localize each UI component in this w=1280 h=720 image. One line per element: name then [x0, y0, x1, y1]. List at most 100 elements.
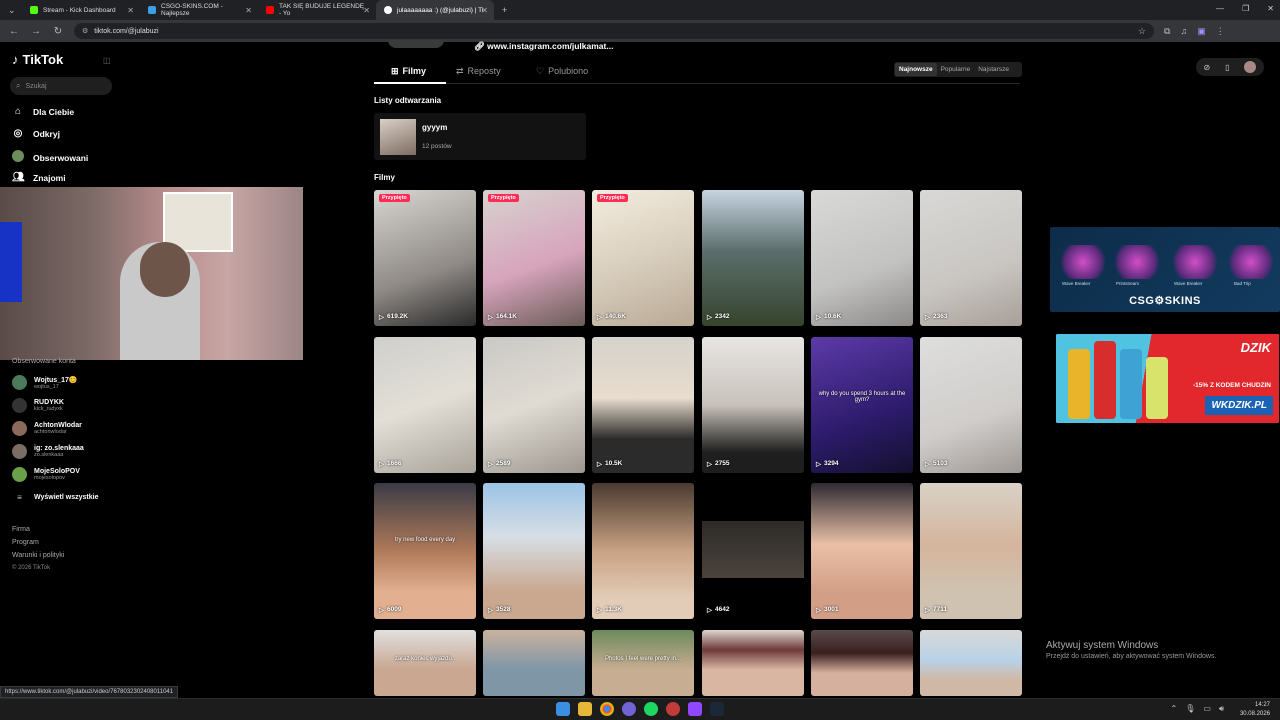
following-account[interactable]: RUDYKK kick_rudyxk — [12, 398, 64, 413]
video-thumbnail[interactable] — [483, 630, 585, 696]
video-thumbnail[interactable]: Przypięto ▷ 619.2K — [374, 190, 476, 326]
video-thumbnail[interactable]: ▷ 5103 — [920, 337, 1022, 473]
pinned-badge: Przypięto — [379, 194, 410, 202]
steam-icon[interactable] — [710, 702, 724, 716]
back-icon[interactable]: ← — [8, 26, 20, 37]
tiktok-logo[interactable]: ♪ TikTok — [12, 52, 63, 67]
video-thumbnail[interactable]: why do you spend 3 hours at the gym? ▷ 329… — [811, 337, 913, 473]
app-icon[interactable] — [666, 702, 680, 716]
following-account[interactable]: Wojtus_17😊 wojtus_17 — [12, 375, 78, 390]
close-window-icon[interactable]: ✕ — [1267, 4, 1274, 13]
forward-icon[interactable]: → — [30, 26, 42, 37]
video-thumbnail[interactable]: Photos I feel were pretty in... — [592, 630, 694, 696]
tab-search-button[interactable]: ⌄ — [0, 0, 22, 20]
video-thumbnail[interactable]: ▷ 2342 — [702, 190, 804, 326]
search-input[interactable]: ⌕ Szukaj — [10, 77, 112, 95]
video-thumbnail[interactable]: ▷ 1666 — [374, 337, 476, 473]
video-thumbnail[interactable] — [702, 630, 804, 696]
spotify-icon[interactable] — [644, 702, 658, 716]
video-thumbnail[interactable]: ▷ 2755 — [702, 337, 804, 473]
url-input[interactable]: ⚙ tiktok.com/@julabuzi ☆ — [74, 23, 1154, 39]
nav-for-you[interactable]: ⌂ Dla Ciebie — [12, 106, 74, 117]
close-icon[interactable]: ✕ — [481, 6, 488, 15]
browser-tab[interactable]: TAK SIĘ BUDUJE LEGENDĘ - Yo ✕ — [258, 0, 376, 20]
minimize-icon[interactable]: — — [1216, 4, 1224, 13]
video-thumbnail[interactable]: zaraz koniec wyjazdu.. — [374, 630, 476, 696]
new-tab-button[interactable]: + — [494, 0, 516, 20]
instagram-link[interactable]: 🔗︎ www.instagram.com/julkamat... — [474, 41, 613, 52]
video-thumbnail[interactable]: ▷ 2589 — [483, 337, 585, 473]
browser-tab-active[interactable]: julaaaaaaaa :) (@julabuzi) | Ti ✕ — [376, 0, 494, 20]
obs-icon[interactable] — [688, 702, 702, 716]
nav-friends[interactable]: 👥︎ Znajomi — [12, 172, 66, 183]
footer-link-terms[interactable]: Warunki i polityki — [12, 552, 64, 559]
video-thumbnail[interactable]: try new food every day ▷ 6009 — [374, 483, 476, 619]
video-thumbnail[interactable]: ▷ 3001 — [811, 483, 913, 619]
menu-icon[interactable]: ⋮ — [1216, 26, 1225, 37]
footer-link-company[interactable]: Firma — [12, 526, 30, 533]
reload-icon[interactable]: ↻ — [52, 26, 64, 37]
csgo-skins-ad[interactable]: Wave Breaker Printstream Wave Breaker Ba… — [1050, 227, 1280, 312]
compass-icon[interactable]: ⊘ — [1203, 63, 1210, 72]
taskbar-clock[interactable]: 14:27 30.08.2026 — [1240, 701, 1270, 719]
media-icon[interactable]: ♫ — [1180, 26, 1187, 36]
following-account[interactable]: MojeSoloPOV mojesolopov — [12, 467, 80, 482]
extensions-icon[interactable]: ⧉ — [1164, 26, 1170, 37]
nav-explore[interactable]: ◎ Odkryj — [12, 128, 60, 139]
device-icon[interactable]: ▯ — [1225, 63, 1229, 72]
network-icon[interactable]: ▭ — [1203, 704, 1211, 714]
browser-tab[interactable]: Stream - Kick Dashboard ✕ — [22, 0, 140, 20]
sort-popular[interactable]: Popularne — [937, 63, 975, 76]
video-thumbnail[interactable]: ▷ 4642 — [702, 483, 804, 619]
collapse-sidebar-icon[interactable]: ◫ — [103, 56, 111, 65]
following-account[interactable]: AchtonWlodar achtonwlodar — [12, 421, 82, 436]
bookmark-star-icon[interactable]: ☆ — [1138, 26, 1146, 37]
video-thumbnail[interactable]: ▷ 10.5K — [592, 337, 694, 473]
video-thumbnail[interactable] — [811, 630, 913, 696]
chrome-icon[interactable] — [600, 702, 614, 716]
video-thumbnail[interactable]: Przypięto ▷ 164.1K — [483, 190, 585, 326]
active-tab-indicator — [374, 82, 446, 84]
tab-liked[interactable]: ♡ Polubiono — [536, 66, 588, 77]
file-explorer-icon[interactable] — [578, 702, 592, 716]
chevron-up-icon[interactable]: ⌃ — [1171, 704, 1178, 714]
microphone-icon[interactable]: 🎙︎ — [1185, 704, 1195, 714]
playlist-thumbnail — [380, 119, 416, 155]
nav-following[interactable]: Obserwowani — [12, 150, 88, 165]
video-caption: Photos I feel were pretty in... — [604, 656, 682, 663]
view-count: ▷ 6009 — [379, 606, 402, 614]
webcam-person-head — [140, 242, 190, 297]
close-icon[interactable]: ✕ — [363, 6, 370, 15]
video-thumbnail[interactable]: ▷ 10.6K — [811, 190, 913, 326]
view-count: ▷ 1666 — [379, 460, 402, 468]
weapon-skin-image — [1058, 245, 1108, 279]
sort-newest[interactable]: Najnowsze — [895, 63, 937, 76]
start-icon[interactable] — [556, 702, 570, 716]
site-info-icon[interactable]: ⚙ — [82, 27, 88, 35]
profile-icon[interactable]: ▣ — [1197, 26, 1206, 37]
video-thumbnail[interactable]: ▷ 2363 — [920, 190, 1022, 326]
maximize-icon[interactable]: ❐ — [1242, 4, 1249, 13]
close-icon[interactable]: ✕ — [127, 6, 134, 15]
dzik-ad[interactable]: DZIK -15% Z KODEM CHUDZIN WKDZIK.PL — [1056, 334, 1279, 423]
weapon-skin-image — [1112, 245, 1162, 279]
speaker-icon[interactable]: 🔊︎ — [1219, 704, 1224, 714]
tab-reposts[interactable]: ⇄ Reposty — [456, 66, 501, 77]
playlist-card[interactable]: gyyym 12 postów — [374, 113, 586, 160]
browser-tab[interactable]: CSGO-SKINS.COM - Najlepsze ✕ — [140, 0, 258, 20]
discord-icon[interactable] — [622, 702, 636, 716]
following-account[interactable]: ig: zo.slenkaaa zo.slenkaaa — [12, 444, 84, 459]
video-caption: zaraz koniec wyjazdu.. — [394, 656, 456, 663]
tab-videos[interactable]: ⊞ Filmy — [391, 66, 426, 77]
play-icon: ▷ — [379, 461, 384, 468]
show-all-following[interactable]: ≡ Wyświetl wszystkie — [12, 493, 98, 502]
video-thumbnail[interactable] — [920, 630, 1022, 696]
close-icon[interactable]: ✕ — [245, 6, 252, 15]
sort-oldest[interactable]: Najstarsze — [974, 63, 1013, 76]
video-thumbnail[interactable]: ▷ 11.3K — [592, 483, 694, 619]
avatar[interactable] — [1244, 61, 1257, 73]
footer-link-program[interactable]: Program — [12, 539, 39, 546]
video-thumbnail[interactable]: ▷ 7711 — [920, 483, 1022, 619]
video-thumbnail[interactable]: Przypięto ▷ 140.6K — [592, 190, 694, 326]
video-thumbnail[interactable]: ▷ 3528 — [483, 483, 585, 619]
